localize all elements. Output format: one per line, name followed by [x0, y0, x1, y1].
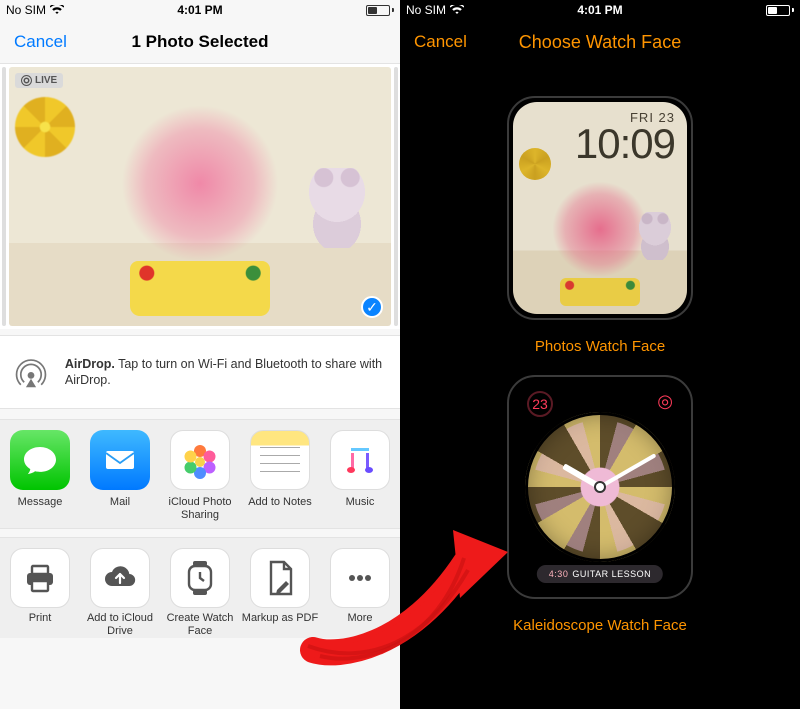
share-item-message[interactable]: Message: [0, 430, 80, 522]
nav-title: Choose Watch Face: [519, 32, 681, 53]
action-item-print[interactable]: Print: [0, 548, 80, 638]
nav-bar: Cancel Choose Watch Face: [400, 20, 800, 64]
action-item-markup-as-pdf[interactable]: Markup as PDF: [240, 548, 320, 638]
action-item-more[interactable]: More: [320, 548, 400, 638]
photos-face-time: 10:09: [575, 125, 675, 163]
photo-decor-toy-base: [130, 261, 270, 316]
media-picker-strip[interactable]: LIVE ✓: [0, 64, 400, 329]
share-item-label: iCloud Photo Sharing: [160, 496, 240, 522]
kaleido-dial: [525, 412, 675, 562]
markup-pdf-icon: [250, 548, 310, 608]
carrier-text: No SIM: [406, 3, 446, 17]
prev-photo-sliver[interactable]: [2, 67, 6, 326]
photos-face-label: Photos Watch Face: [535, 338, 665, 355]
more-icon: [330, 548, 390, 608]
center-pin: [596, 483, 604, 491]
carrier-text: No SIM: [6, 3, 46, 17]
status-bar: No SIM 4:01 PM: [400, 0, 800, 20]
watch-choose-face-screen: No SIM 4:01 PM Cancel Choose Watch Face …: [400, 0, 800, 709]
actions-row[interactable]: Print Add to iCloud Drive Create Watch F…: [0, 537, 400, 638]
photos-face-preview: FRI 23 10:09: [513, 102, 687, 314]
cancel-button[interactable]: Cancel: [414, 32, 467, 52]
share-item-icloud-photo-sharing[interactable]: iCloud Photo Sharing: [160, 430, 240, 522]
airdrop-description: AirDrop. Tap to turn on Wi-Fi and Blueto…: [65, 356, 388, 389]
print-icon: [10, 548, 70, 608]
status-bar: No SIM 4:01 PM: [0, 0, 400, 20]
action-item-label: Add to iCloud Drive: [80, 612, 160, 638]
share-item-label: Music: [346, 496, 375, 522]
share-apps-row[interactable]: Message Mail iCloud Photo Sharing Add to…: [0, 419, 400, 529]
share-item-label: Mail: [110, 496, 130, 522]
selected-photo-thumbnail[interactable]: LIVE ✓: [9, 67, 391, 326]
share-item-label: Add to Notes: [248, 496, 312, 522]
nav-title: 1 Photo Selected: [132, 32, 269, 52]
kaleidoscope-watch-face-option[interactable]: 23 ◎ 4:30GUITAR LESSON: [507, 375, 693, 599]
wifi-icon: [50, 5, 64, 15]
share-item-mail[interactable]: Mail: [80, 430, 160, 522]
kaleidoscope-face-preview: 23 ◎ 4:30GUITAR LESSON: [513, 381, 687, 593]
action-item-label: Print: [29, 612, 52, 638]
airdrop-icon: [12, 350, 51, 394]
watch-face-icon: [170, 548, 230, 608]
live-photo-badge: LIVE: [15, 73, 63, 88]
icloud-drive-icon: [90, 548, 150, 608]
notes-app-icon: [250, 430, 310, 490]
photos-watch-face-option[interactable]: FRI 23 10:09: [507, 96, 693, 320]
battery-indicator: [766, 5, 794, 16]
kaleidoscope-face-label: Kaleidoscope Watch Face: [513, 617, 687, 634]
action-item-label: Create Watch Face: [160, 612, 240, 638]
selection-checkmark-icon[interactable]: ✓: [361, 296, 383, 318]
calendar-complication: 4:30GUITAR LESSON: [537, 565, 663, 583]
action-item-label: Markup as PDF: [242, 612, 318, 638]
airdrop-row[interactable]: AirDrop. Tap to turn on Wi-Fi and Blueto…: [0, 335, 400, 409]
ios-share-sheet-screen: No SIM 4:01 PM Cancel 1 Photo Selected L…: [0, 0, 400, 709]
photo-decor-bear: [307, 168, 367, 248]
watch-face-list[interactable]: FRI 23 10:09 Photos Watch Face 23 ◎ 4:30…: [400, 64, 800, 709]
music-app-icon: [330, 430, 390, 490]
minute-hand: [599, 453, 656, 488]
carrier-and-wifi: No SIM: [6, 3, 64, 17]
carrier-and-wifi: No SIM: [406, 3, 464, 17]
action-item-add-to-icloud-drive[interactable]: Add to iCloud Drive: [80, 548, 160, 638]
next-photo-sliver[interactable]: [394, 67, 398, 326]
message-app-icon: [10, 430, 70, 490]
activity-rings-icon: ◎: [657, 391, 673, 412]
share-item-add-to-notes[interactable]: Add to Notes: [240, 430, 320, 522]
mail-app-icon: [90, 430, 150, 490]
icloud-photo-sharing-icon: [170, 430, 230, 490]
action-item-create-watch-face[interactable]: Create Watch Face: [160, 548, 240, 638]
nav-bar: Cancel 1 Photo Selected: [0, 20, 400, 64]
share-item-music[interactable]: Music: [320, 430, 400, 522]
cancel-button[interactable]: Cancel: [14, 32, 67, 52]
share-item-label: Message: [18, 496, 63, 522]
kaleido-date-complication: 23: [527, 391, 553, 417]
action-item-label: More: [347, 612, 372, 638]
photo-decor-flower: [15, 97, 75, 157]
wifi-icon: [450, 5, 464, 15]
battery-indicator: [366, 5, 394, 16]
